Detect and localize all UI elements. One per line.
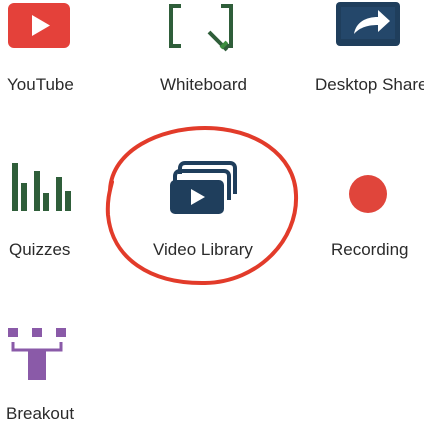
breakout-icon (8, 328, 66, 380)
app-label-quizzes: Quizzes (9, 240, 71, 259)
app-label-youtube: YouTube (7, 75, 74, 94)
app-label-desktop-share: Desktop Share (315, 75, 424, 94)
whiteboard-icon (169, 4, 233, 52)
app-label-recording: Recording (331, 240, 409, 259)
app-label-whiteboard: Whiteboard (160, 75, 247, 94)
desktop-share-icon (336, 2, 400, 46)
app-label-video-library: Video Library (153, 240, 253, 259)
app-label-breakout: Breakout (6, 404, 75, 423)
recording-icon (349, 175, 387, 213)
video-library-icon (170, 161, 237, 214)
youtube-icon (8, 3, 70, 48)
quizzes-icon (12, 163, 71, 211)
